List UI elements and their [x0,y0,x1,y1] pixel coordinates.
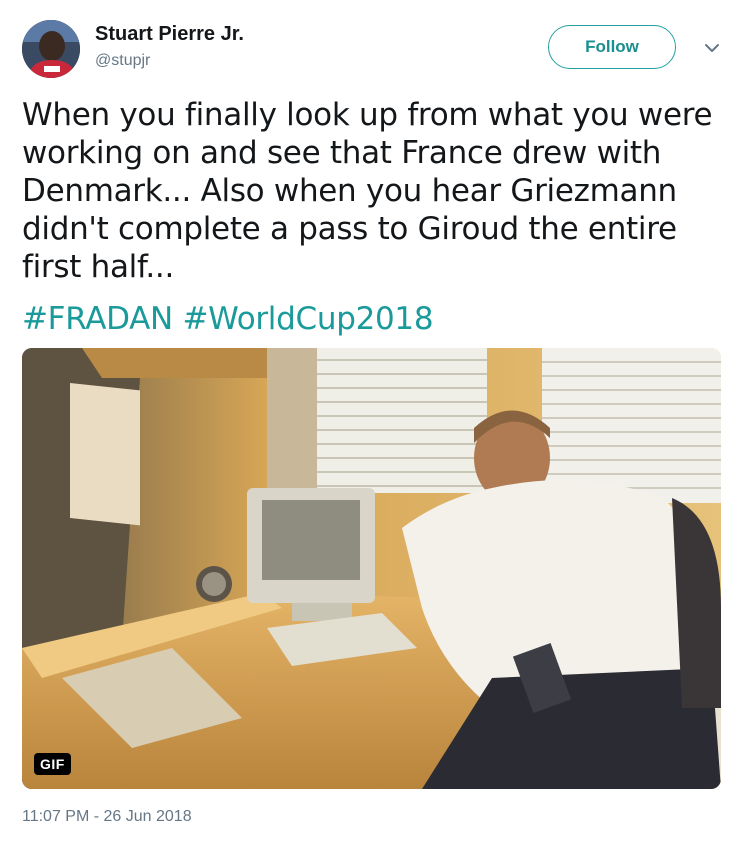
avatar-image [22,20,80,78]
tweet-text: When you finally look up from what you w… [22,96,732,286]
tweet-text-line: didn't complete a pass to Giroud the ent… [22,211,677,247]
tweet-text-line: Denmark... Also when you hear Griezmann [22,173,677,209]
tweet-timestamp[interactable]: 11:07 PM - 26 Jun 2018 [22,808,192,826]
gif-badge: GIF [34,753,71,775]
tweet-text-line: first half... [22,249,175,285]
avatar[interactable] [22,20,80,78]
user-display-name[interactable]: Stuart Pierre Jr. [95,23,244,46]
tweet-card: Stuart Pierre Jr. @stupjr Follow When yo… [0,0,752,844]
tweet-text-line: When you finally look up from what you w… [22,97,713,133]
follow-button[interactable]: Follow [548,25,676,69]
gif-frame-image [22,348,721,789]
chevron-down-icon[interactable] [700,38,724,58]
tweet-text-line: working on and see that France drew with [22,135,662,171]
gif-media[interactable]: GIF [22,348,721,789]
hashtag-fradan[interactable]: #FRADAN [22,301,173,337]
hashtag-worldcup2018[interactable]: #WorldCup2018 [182,301,433,337]
user-handle[interactable]: @stupjr [95,52,150,70]
hashtags: #FRADAN #WorldCup2018 [22,300,434,338]
